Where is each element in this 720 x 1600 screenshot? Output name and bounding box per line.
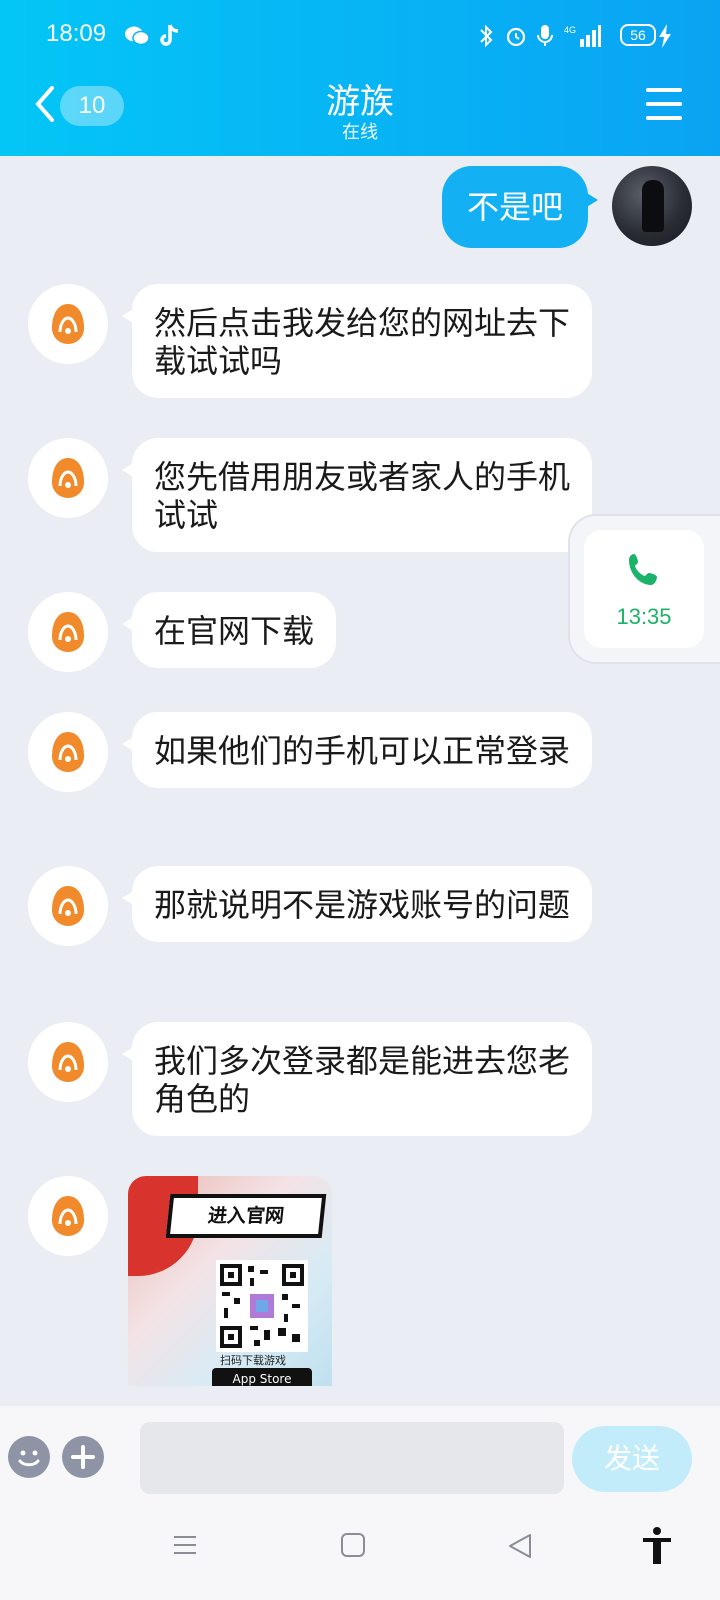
- triangle-back-icon: [509, 1534, 531, 1558]
- wechat-icon: [124, 22, 150, 50]
- incoming-message[interactable]: 如果他们的手机可以正常登录: [122, 712, 592, 788]
- bluetooth-icon: [478, 22, 494, 50]
- back-nav-button[interactable]: [506, 1532, 534, 1564]
- message-input[interactable]: [140, 1422, 564, 1494]
- status-time: 18:09: [46, 20, 107, 47]
- bot-avatar[interactable]: [28, 438, 108, 518]
- incoming-message[interactable]: 然后点击我发给您的网址去下载试试吗: [122, 284, 592, 398]
- charging-icon: [658, 22, 672, 50]
- input-bar: 发送: [0, 1406, 720, 1508]
- floating-call-widget[interactable]: 13:35: [568, 514, 720, 664]
- add-attachment-button[interactable]: [62, 1436, 104, 1478]
- bot-avatar[interactable]: [28, 284, 108, 364]
- incoming-message[interactable]: 您先借用朋友或者家人的手机试试: [122, 438, 592, 552]
- emoji-button[interactable]: [8, 1436, 50, 1478]
- chat-status: 在线: [342, 122, 378, 143]
- alarm-icon: [504, 22, 528, 50]
- card-banner: 进入官网: [165, 1194, 327, 1238]
- home-button[interactable]: [340, 1532, 366, 1562]
- incoming-message[interactable]: 我们多次登录都是能进去您老角色的: [122, 1022, 592, 1136]
- chat-header: 18:09 4G 56 10 游族 在线: [0, 0, 720, 156]
- incoming-message[interactable]: 在官网下载: [121, 592, 337, 668]
- signal-icon: 4G: [562, 22, 602, 50]
- message-list[interactable]: 不是吧 然后点击我发给您的网址去下载试试吗 您先借用朋友或者家人的手机试试 在官…: [0, 156, 720, 1406]
- tiktok-icon: [160, 22, 182, 50]
- phone-icon: [629, 554, 657, 585]
- back-button[interactable]: [30, 82, 64, 126]
- chevron-left-icon: [35, 86, 54, 122]
- outgoing-message[interactable]: 不是吧: [442, 166, 598, 248]
- menu-icon-bar: [646, 88, 682, 92]
- menu-button[interactable]: [646, 88, 682, 120]
- accessibility-icon: [643, 1527, 671, 1564]
- bot-hand-logo-icon: [52, 304, 84, 344]
- bot-hand-logo-icon: [52, 1196, 84, 1236]
- app-store-badge: App Store: [212, 1368, 312, 1386]
- chat-title: 游族: [326, 82, 394, 122]
- image-message-qr-card[interactable]: 进入官网 扫码下载游戏 App Store: [128, 1176, 332, 1386]
- qr-code: [216, 1260, 308, 1352]
- status-bar: 18:09 4G 56: [0, 0, 720, 70]
- microphone-icon: [536, 22, 554, 50]
- bot-avatar[interactable]: [28, 1022, 108, 1102]
- bot-hand-logo-icon: [52, 1042, 84, 1082]
- user-avatar[interactable]: [612, 166, 692, 246]
- smiley-icon: [18, 1450, 40, 1467]
- menu-icon-bar: [646, 116, 682, 120]
- plus-icon: [71, 1445, 95, 1469]
- incoming-message[interactable]: 那就说明不是游戏账号的问题: [122, 866, 592, 942]
- recent-apps-button[interactable]: [172, 1532, 198, 1562]
- accessibility-button[interactable]: [640, 1526, 674, 1570]
- card-caption: 扫码下载游戏: [220, 1354, 286, 1367]
- bot-avatar[interactable]: [28, 866, 108, 946]
- menu-icon-bar: [646, 102, 682, 106]
- square-icon: [341, 1533, 365, 1557]
- call-card[interactable]: 13:35: [584, 530, 704, 648]
- bot-hand-logo-icon: [52, 732, 84, 772]
- unread-count-badge[interactable]: 10: [60, 86, 124, 126]
- menu-lines-icon: [174, 1536, 196, 1554]
- bot-hand-logo-icon: [52, 886, 84, 926]
- bot-hand-logo-icon: [52, 458, 84, 498]
- send-button[interactable]: 发送: [572, 1426, 692, 1492]
- bot-avatar[interactable]: [28, 1176, 108, 1256]
- bot-avatar[interactable]: [28, 592, 108, 672]
- bot-avatar[interactable]: [28, 712, 108, 792]
- system-nav-bar: [0, 1508, 720, 1600]
- network-type-label: 4G: [564, 25, 576, 35]
- battery-indicator: 56: [620, 24, 656, 46]
- call-duration: 13:35: [616, 604, 672, 629]
- bot-hand-logo-icon: [52, 612, 84, 652]
